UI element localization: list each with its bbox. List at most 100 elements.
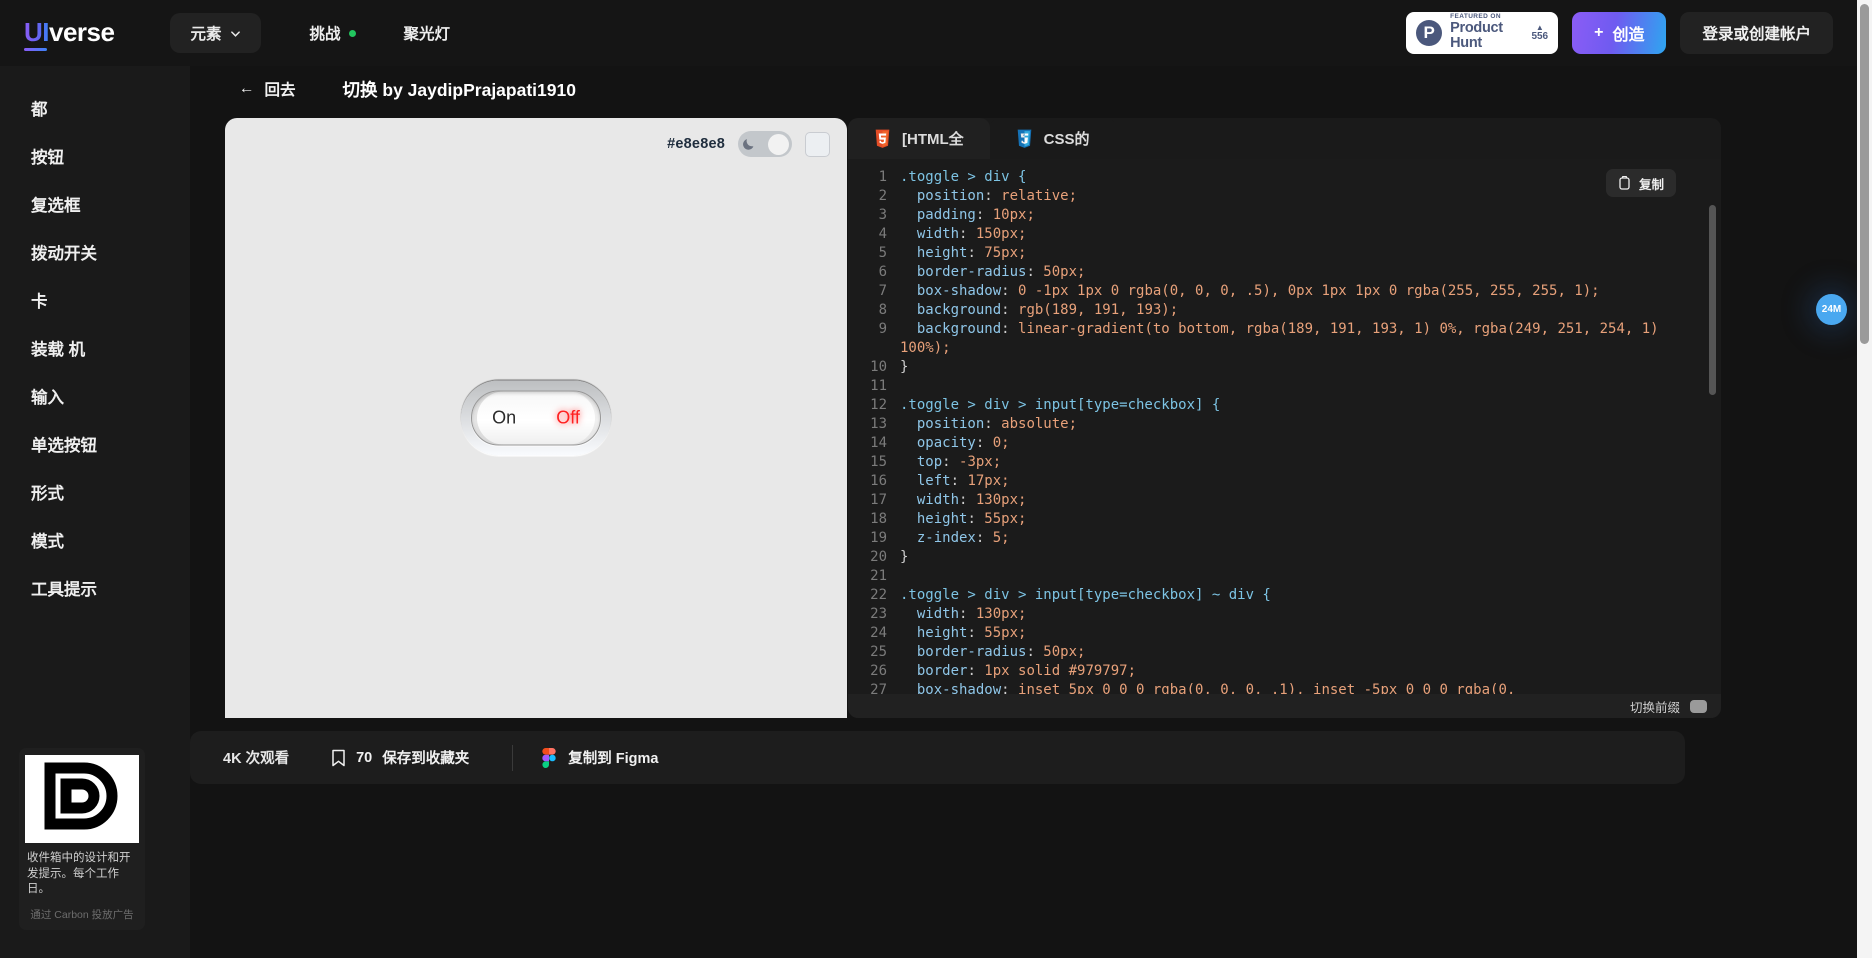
sidebar-item-inputs[interactable]: 输入 — [0, 372, 190, 420]
code-token: : — [976, 435, 993, 451]
upvote-arrow-icon: ▲ — [1531, 24, 1548, 31]
nav-spotlight-label: 聚光灯 — [404, 22, 451, 44]
component-preview: #e8e8e8 On Off — [225, 118, 847, 718]
code-line: 26 border: 1px solid #979797; — [848, 662, 1721, 681]
sidebar-item-cards[interactable]: 卡 — [0, 276, 190, 324]
sidebar-item-buttons[interactable]: 按钮 — [0, 132, 190, 180]
code-token: .toggle > div > input[type=checkbox] { — [900, 397, 1220, 413]
sidebar-item-toggle-switches[interactable]: 拨动开关 — [0, 228, 190, 276]
copy-button-label: 复制 — [1639, 174, 1664, 193]
ad-image — [25, 755, 139, 843]
copy-code-button[interactable]: 复制 — [1606, 169, 1676, 197]
code-line: 22.toggle > div > input[type=checkbox] ~… — [848, 586, 1721, 605]
code-token: 150px; — [976, 226, 1027, 242]
sidebar-item-forms[interactable]: 形式 — [0, 468, 190, 516]
copy-to-figma-button[interactable]: 复制到 Figma — [542, 747, 658, 768]
code-line: 12.toggle > div > input[type=checkbox] { — [848, 396, 1721, 415]
ad-attribution[interactable]: 通过 Carbon 投放广告 — [25, 907, 139, 922]
tab-html-label: [HTML全 — [902, 128, 964, 149]
code-line-text: background: rgb(189, 191, 193); — [900, 301, 1208, 320]
tab-css[interactable]: CSS的 — [990, 118, 1116, 159]
carbon-ad[interactable]: 收件箱中的设计和开发提示。每个工作日。 通过 Carbon 投放广告 — [19, 748, 145, 930]
toggle-knob — [768, 134, 789, 155]
toggle-component-demo[interactable]: On Off — [461, 381, 611, 456]
product-hunt-icon: P — [1416, 20, 1442, 46]
code-line-number: 11 — [848, 377, 900, 396]
code-token: left — [900, 473, 951, 489]
page-scrollbar-thumb[interactable] — [1860, 4, 1869, 344]
login-or-register-button[interactable]: 登录或创建帐户 — [1680, 12, 1833, 54]
save-count: 70 — [356, 750, 372, 766]
code-token: 10px; — [993, 207, 1035, 223]
save-to-favorites-button[interactable]: 70 保存到收藏夹 — [331, 747, 469, 768]
code-line: 14 opacity: 0; — [848, 434, 1721, 453]
code-token: background — [900, 321, 1001, 337]
code-line-number: 16 — [848, 472, 900, 491]
figma-label: 复制到 Figma — [568, 747, 658, 768]
create-button[interactable]: + 创造 — [1572, 12, 1666, 54]
nav-spotlight[interactable]: 聚光灯 — [404, 22, 451, 44]
code-token: 75px; — [984, 245, 1026, 261]
code-line-number: 13 — [848, 415, 900, 434]
code-line-text: left: 17px; — [900, 472, 1040, 491]
sidebar-item-label: 装载 机 — [31, 336, 85, 360]
code-line: 23 width: 130px; — [848, 605, 1721, 624]
product-hunt-votes: ▲ 556 — [1531, 24, 1548, 42]
sidebar-item-loaders[interactable]: 装载 机 — [0, 324, 190, 372]
code-line-text: position: absolute; — [900, 415, 1107, 434]
code-line-text: opacity: 0; — [900, 434, 1040, 453]
code-token: 1px solid #979797; — [984, 663, 1136, 679]
code-token: 130px; — [976, 492, 1027, 508]
color-swatch-picker[interactable] — [805, 132, 830, 157]
product-hunt-name: Product Hunt — [1450, 21, 1523, 51]
code-token: width — [900, 492, 959, 508]
back-button[interactable]: ← 回去 — [239, 78, 296, 100]
site-logo[interactable]: UIverse — [24, 17, 114, 50]
code-token: : — [984, 416, 1001, 432]
background-hex-label: #e8e8e8 — [667, 136, 725, 152]
code-line-text: border-radius: 50px; — [900, 263, 1115, 282]
code-token: : — [959, 226, 976, 242]
code-token: : — [959, 606, 976, 622]
top-navigation-bar: UIverse 元素 挑战 聚光灯 P FEATURED ON Product … — [0, 0, 1857, 66]
code-line-number: 15 — [848, 453, 900, 472]
tab-html[interactable]: [HTML全 — [848, 118, 990, 159]
nav-challenges-label: 挑战 — [309, 22, 340, 44]
page-scrollbar-track[interactable] — [1857, 0, 1872, 958]
toggle-track[interactable]: On Off — [471, 391, 601, 446]
sidebar-item-patterns[interactable]: 模式 — [0, 516, 190, 564]
code-token: 50px; — [1043, 264, 1085, 280]
code-token: height — [900, 625, 967, 641]
sidebar-item-checkboxes[interactable]: 复选框 — [0, 180, 190, 228]
code-token: box-shadow — [900, 283, 1001, 299]
code-token: : — [967, 625, 984, 641]
product-hunt-badge[interactable]: P FEATURED ON Product Hunt ▲ 556 — [1406, 12, 1558, 54]
sidebar-item-tooltips[interactable]: 工具提示 — [0, 564, 190, 612]
code-scrollbar[interactable] — [1709, 205, 1716, 395]
nav-elements-dropdown[interactable]: 元素 — [170, 13, 261, 53]
live-users-badge[interactable]: 24M — [1816, 294, 1847, 325]
dark-mode-toggle[interactable] — [738, 131, 792, 157]
code-line-text: .toggle > div > input[type=checkbox] { — [900, 396, 1250, 415]
code-line-number: 18 — [848, 510, 900, 529]
code-line-number: 10 — [848, 358, 900, 377]
code-line-number: 7 — [848, 282, 900, 301]
code-line: 20} — [848, 548, 1721, 567]
code-editor[interactable]: 复制 1.toggle > div {2 position: relative;… — [848, 159, 1721, 694]
sidebar-item-label: 模式 — [31, 528, 64, 552]
code-token: inset 5px 0 0 0 rgba(0, 0, 0, .1), inset… — [1018, 682, 1515, 694]
toggle-prefix-switch[interactable] — [1690, 700, 1707, 713]
code-line: 21 — [848, 567, 1721, 586]
sidebar-item-label: 复选框 — [31, 192, 81, 216]
code-token: : — [967, 511, 984, 527]
code-token: 5; — [993, 530, 1010, 546]
code-line-number: 3 — [848, 206, 900, 225]
code-line: 15 top: -3px; — [848, 453, 1721, 472]
sidebar-item-all[interactable]: 都 — [0, 84, 190, 132]
code-line-number: 17 — [848, 491, 900, 510]
view-count: 4K 次观看 — [223, 747, 289, 768]
code-line-text: } — [900, 358, 938, 377]
sidebar-item-radio-buttons[interactable]: 单选按钮 — [0, 420, 190, 468]
nav-challenges[interactable]: 挑战 — [309, 22, 355, 44]
code-line-text: height: 55px; — [900, 510, 1056, 529]
